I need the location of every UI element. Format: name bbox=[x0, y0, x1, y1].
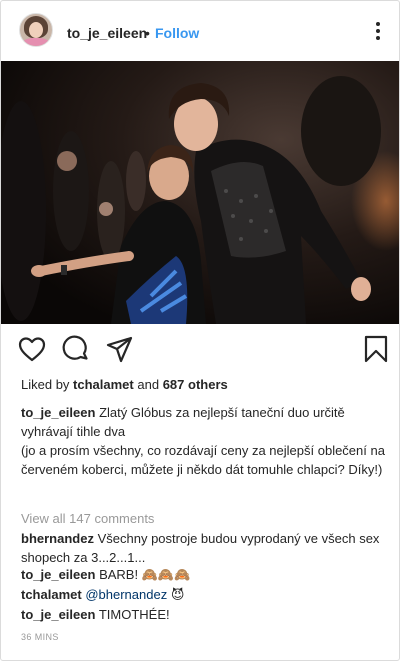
separator-dot: • bbox=[145, 25, 150, 41]
comment-mention-link[interactable]: @bhernandez bbox=[85, 587, 167, 602]
comment-item: to_je_eileen BARB! 🙈🙈🙈 bbox=[21, 565, 190, 585]
more-options-icon[interactable] bbox=[373, 21, 383, 41]
comment-icon[interactable] bbox=[61, 334, 91, 364]
post-header: to_je_eileen • Follow bbox=[1, 1, 399, 61]
bookmark-icon[interactable] bbox=[361, 334, 391, 364]
comment-text: BARB! bbox=[99, 567, 139, 582]
comment-item: tchalamet @bhernandez 😈 bbox=[21, 585, 184, 605]
share-icon[interactable] bbox=[105, 334, 135, 364]
caption-username[interactable]: to_je_eileen bbox=[21, 405, 95, 420]
comment-username[interactable]: tchalamet bbox=[21, 587, 82, 602]
liked-by-and: and bbox=[137, 377, 160, 392]
likes-summary: Liked by tchalamet and 687 others bbox=[21, 375, 228, 394]
post-username[interactable]: to_je_eileen bbox=[67, 25, 147, 41]
comment-item: to_je_eileen TIMOTHÉE! bbox=[21, 605, 170, 624]
post-caption: to_je_eileen Zlatý Glóbus za nejlepší ta… bbox=[21, 403, 385, 479]
instagram-post-card: to_je_eileen • Follow Liked by tchalamet… bbox=[0, 0, 400, 661]
caption-text-line2: (jo a prosím všechny, co rozdávají ceny … bbox=[21, 443, 385, 477]
comment-username[interactable]: to_je_eileen bbox=[21, 567, 95, 582]
liked-by-user-link[interactable]: tchalamet bbox=[73, 377, 134, 392]
comment-username[interactable]: bhernandez bbox=[21, 531, 94, 546]
comment-username[interactable]: to_je_eileen bbox=[21, 607, 95, 622]
liked-by-others-link[interactable]: 687 others bbox=[163, 377, 228, 392]
devil-emoji: 😈 bbox=[170, 588, 185, 603]
post-timestamp[interactable]: 36 MINS bbox=[21, 628, 59, 647]
view-all-comments-link[interactable]: View all 147 comments bbox=[21, 509, 154, 528]
liked-by-prefix: Liked by bbox=[21, 377, 70, 392]
follow-button[interactable]: Follow bbox=[155, 25, 199, 41]
comment-text: TIMOTHÉE! bbox=[98, 607, 170, 622]
comment-item: bhernandez Všechny postroje budou vyprod… bbox=[21, 529, 385, 567]
avatar[interactable] bbox=[19, 13, 53, 47]
post-actions bbox=[1, 334, 399, 368]
post-photo-image bbox=[1, 61, 399, 324]
heart-icon[interactable] bbox=[17, 334, 47, 364]
post-photo[interactable] bbox=[1, 61, 399, 324]
see-no-evil-emoji: 🙈🙈🙈 bbox=[141, 568, 191, 583]
